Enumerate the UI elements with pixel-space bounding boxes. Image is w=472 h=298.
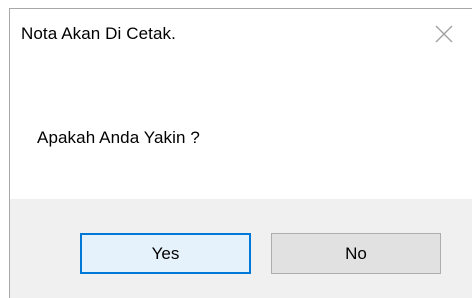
no-button[interactable]: No	[271, 233, 441, 274]
yes-button[interactable]: Yes	[80, 233, 251, 274]
dialog-message: Apakah Anda Yakin ?	[37, 128, 200, 147]
dialog-title: Nota Akan Di Cetak.	[21, 24, 176, 43]
close-icon[interactable]	[432, 22, 456, 46]
